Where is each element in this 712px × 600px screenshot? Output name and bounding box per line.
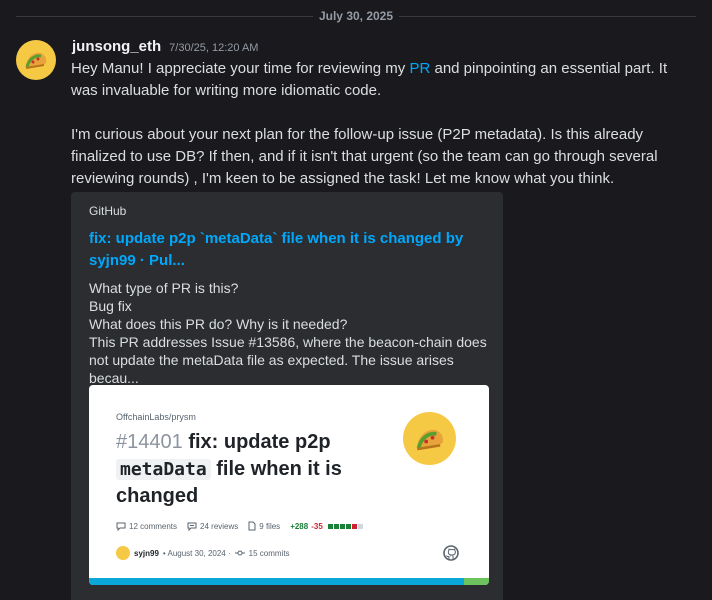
embed-desc-line: What type of PR is this? [89, 280, 239, 296]
card-bar-end [464, 578, 489, 585]
author-name: syjn99 [134, 548, 159, 558]
card-bar-main [89, 578, 464, 585]
card-color-bar [89, 578, 489, 585]
embed-provider: GitHub [89, 204, 127, 218]
card-title-part1: fix: update p2p [188, 431, 331, 453]
pr-link[interactable]: PR [409, 60, 430, 77]
file-icon [248, 521, 256, 531]
github-icon [443, 545, 459, 561]
date-divider: July 30, 2025 [0, 0, 712, 32]
message-text: Hey Manu! I appreciate your time for rev… [71, 60, 410, 77]
comment-icon [116, 522, 126, 531]
embed-preview-image[interactable]: OffchainLabs/prysm #14401 fix: update p2… [89, 385, 489, 585]
card-title: #14401 fix: update p2p metaData file whe… [116, 429, 386, 510]
card-title-code: metaData [116, 459, 211, 480]
comments-stat: 12 comments [116, 522, 177, 531]
link-embed: GitHub fix: update p2p `metaData` file w… [71, 192, 503, 600]
diff-stat: +288 -35 [290, 522, 363, 531]
reviews-count: 24 reviews [200, 521, 239, 531]
username[interactable]: junsong_eth [72, 38, 161, 55]
message-header: junsong_eth 7/30/25, 12:20 AM [72, 38, 258, 58]
user-avatar[interactable] [16, 40, 56, 80]
review-icon [187, 522, 197, 531]
taco-icon [25, 52, 47, 69]
card-stats: 12 comments 24 reviews 9 files +288 -35 [116, 521, 363, 531]
card-avatar [403, 412, 456, 465]
files-stat: 9 files [248, 521, 280, 531]
embed-title-link[interactable]: fix: update p2p `metaData` file when it … [89, 228, 469, 272]
message-paragraph-1: Hey Manu! I appreciate your time for rev… [71, 58, 691, 102]
additions: +288 [290, 521, 309, 531]
card-pr-number: #14401 [116, 431, 183, 453]
embed-desc-line: This PR addresses Issue #13586, where th… [89, 334, 487, 386]
author-avatar [116, 546, 130, 560]
embed-desc-line: What does this PR do? Why is it needed? [89, 316, 348, 332]
taco-icon [416, 429, 443, 450]
pr-date: • August 30, 2024 · [162, 548, 231, 558]
diff-bar [327, 523, 363, 529]
commit-icon [234, 550, 245, 556]
embed-description: What type of PR is this? Bug fix What do… [89, 279, 489, 387]
commits-count: 15 commits [248, 548, 290, 558]
comments-count: 12 comments [129, 521, 178, 531]
message-timestamp[interactable]: 7/30/25, 12:20 AM [169, 42, 258, 54]
card-author: syjn99 • August 30, 2024 · 15 commits [116, 546, 290, 560]
deletions: -35 [311, 521, 323, 531]
card-repo: OffchainLabs/prysm [116, 412, 196, 422]
date-divider-label: July 30, 2025 [312, 9, 400, 23]
embed-desc-line: Bug fix [89, 298, 132, 314]
files-count: 9 files [259, 521, 281, 531]
message-content: Hey Manu! I appreciate your time for rev… [71, 58, 691, 190]
reviews-stat: 24 reviews [187, 522, 238, 531]
message-paragraph-2: I'm curious about your next plan for the… [71, 126, 658, 187]
